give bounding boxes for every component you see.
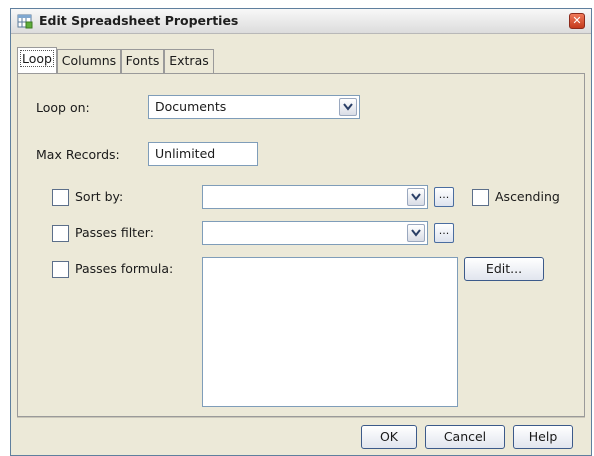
- edit-spreadsheet-properties-dialog: Edit Spreadsheet Properties ✕ Loop Colum…: [10, 8, 592, 456]
- tab-loop[interactable]: Loop: [17, 47, 57, 73]
- tab-extras[interactable]: Extras: [164, 49, 214, 73]
- passes-filter-browse-button[interactable]: ...: [434, 223, 454, 243]
- max-records-field[interactable]: Unlimited: [148, 142, 258, 166]
- title-bar[interactable]: Edit Spreadsheet Properties ✕: [11, 9, 591, 34]
- help-button[interactable]: Help: [513, 425, 573, 449]
- loop-on-select[interactable]: Documents: [148, 95, 360, 119]
- spreadsheet-properties-icon: [17, 13, 33, 29]
- loop-panel: Loop on: Documents Max Records: Unlimite…: [17, 73, 585, 417]
- dialog-title: Edit Spreadsheet Properties: [39, 13, 239, 28]
- edit-formula-button[interactable]: Edit...: [464, 257, 544, 281]
- max-records-label: Max Records:: [36, 147, 120, 162]
- ok-button[interactable]: OK: [361, 425, 417, 449]
- chevron-down-icon[interactable]: [407, 224, 425, 242]
- sort-by-select[interactable]: [202, 185, 428, 209]
- passes-filter-select[interactable]: [202, 221, 428, 245]
- chevron-down-icon[interactable]: [339, 98, 357, 116]
- sort-by-checkbox[interactable]: [52, 189, 69, 206]
- passes-filter-label: Passes filter:: [75, 225, 154, 240]
- ascending-checkbox[interactable]: [472, 189, 489, 206]
- passes-formula-label: Passes formula:: [75, 261, 174, 276]
- ascending-label: Ascending: [495, 189, 560, 204]
- cancel-button[interactable]: Cancel: [425, 425, 505, 449]
- passes-filter-checkbox[interactable]: [52, 225, 69, 242]
- tab-columns[interactable]: Columns: [57, 49, 121, 73]
- tab-fonts[interactable]: Fonts: [121, 49, 164, 73]
- passes-formula-checkbox[interactable]: [52, 261, 69, 278]
- sort-by-browse-button[interactable]: ...: [434, 187, 454, 207]
- close-icon[interactable]: ✕: [569, 13, 585, 29]
- loop-on-label: Loop on:: [36, 100, 90, 115]
- tab-loop-label: Loop: [20, 50, 54, 67]
- passes-formula-textarea[interactable]: [202, 257, 458, 407]
- loop-on-value: Documents: [155, 99, 227, 114]
- chevron-down-icon[interactable]: [407, 188, 425, 206]
- sort-by-label: Sort by:: [75, 189, 124, 204]
- footer-divider: [17, 417, 585, 418]
